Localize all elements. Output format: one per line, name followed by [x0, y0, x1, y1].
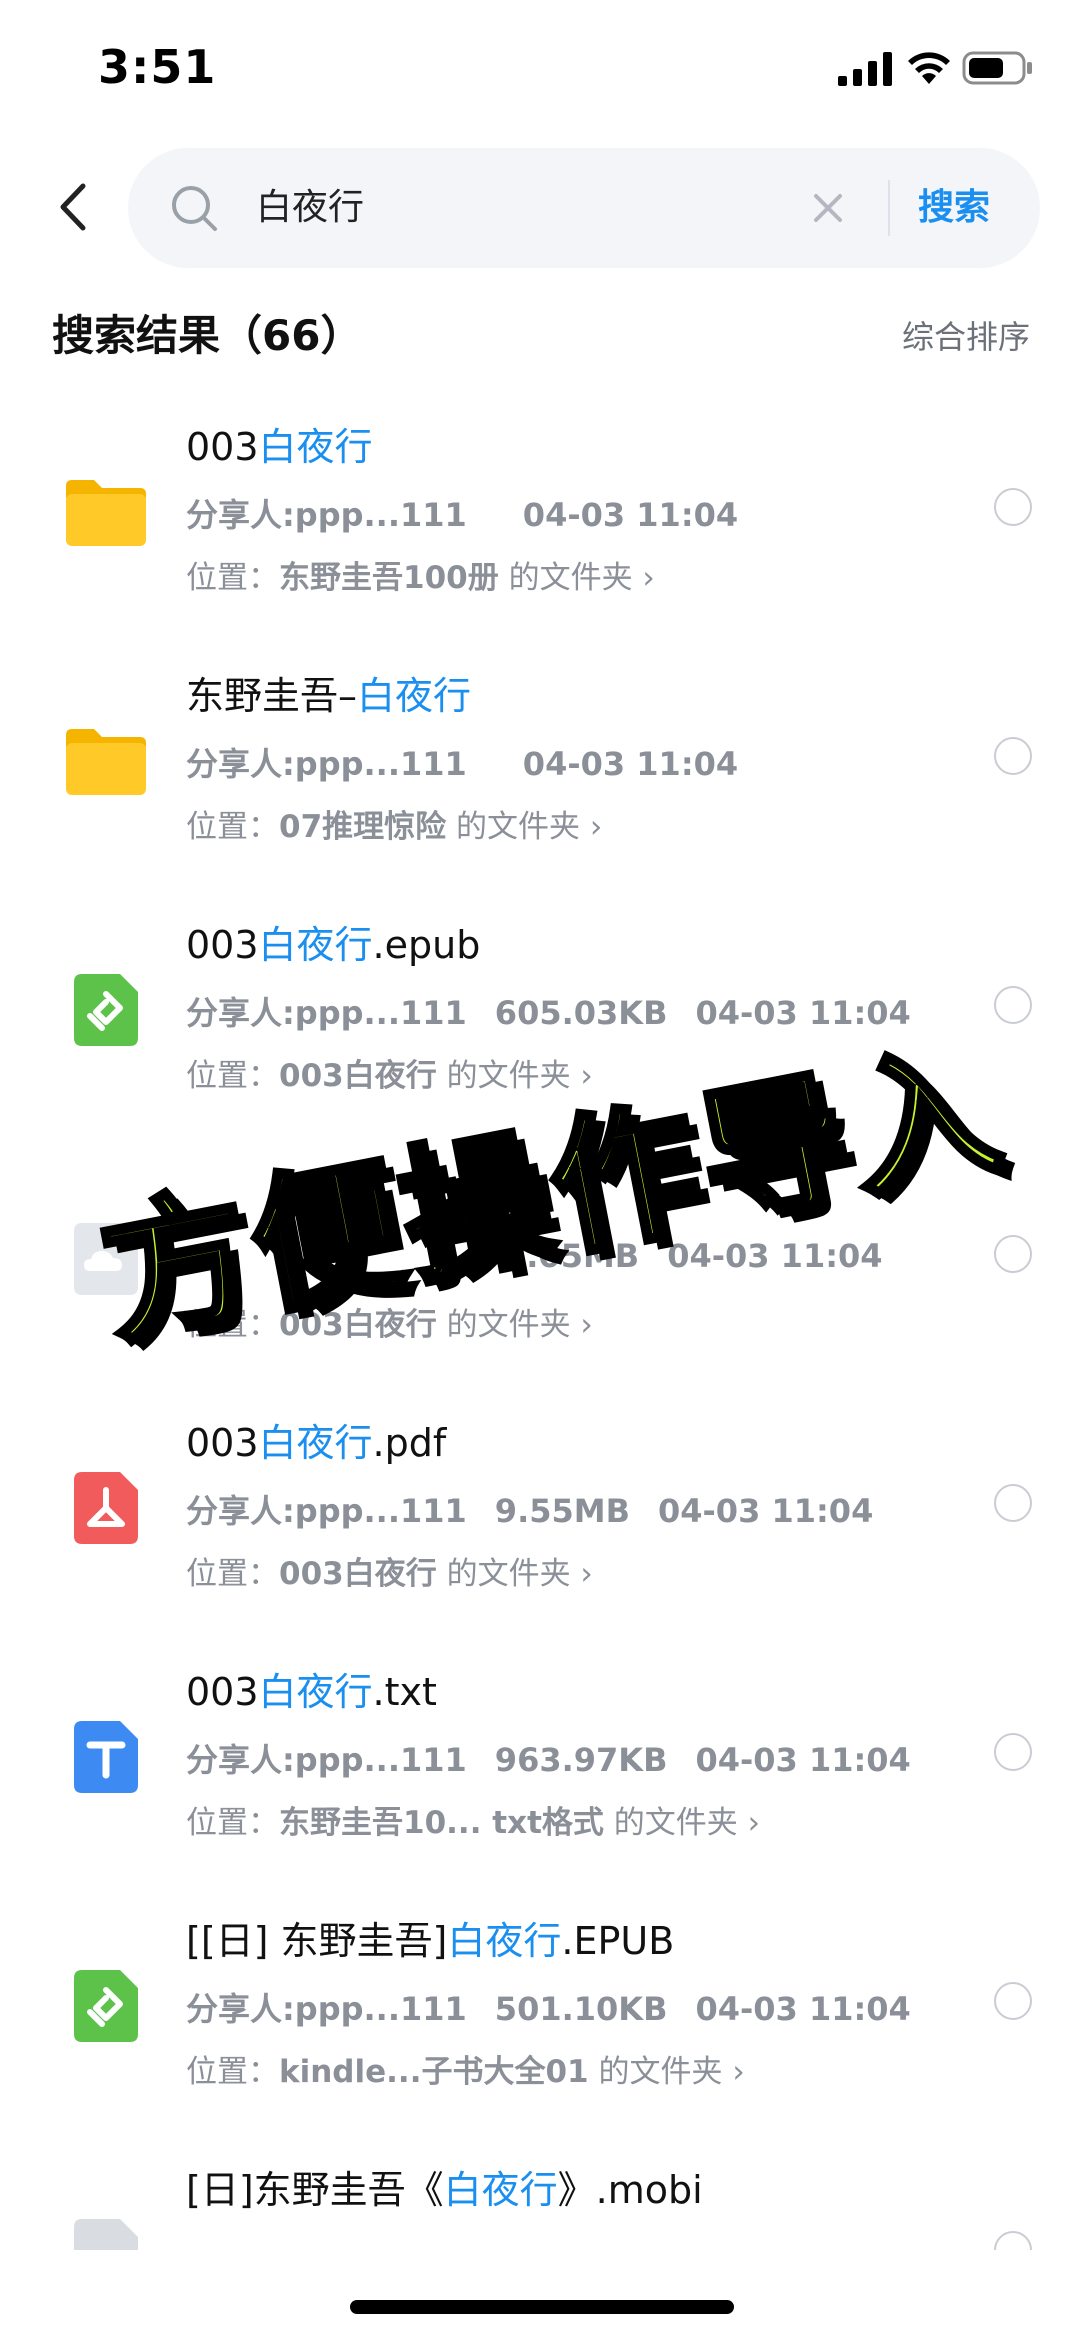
select-radio[interactable] [994, 1733, 1032, 1771]
item-meta: 分享人:ppp...111 501.10KB 04-03 11:04 [186, 1990, 911, 2028]
mobi-icon [74, 2219, 138, 2250]
search-input[interactable] [256, 178, 776, 238]
item-name: 003白夜行.txt [186, 1670, 437, 1714]
search-divider [888, 180, 890, 236]
txt-icon [74, 1721, 138, 1793]
item-meta: 分享人:ppp...111 04-03 11:04 [186, 496, 739, 534]
search-icon [172, 186, 217, 231]
clear-icon[interactable] [808, 188, 848, 228]
item-name: 东野圭吾–白夜行 [186, 674, 472, 718]
select-radio[interactable] [994, 737, 1032, 775]
select-radio[interactable] [994, 986, 1032, 1024]
epub-icon [74, 1970, 138, 2042]
list-item[interactable]: 003白夜行.txt 分享人:ppp...111 963.97KB 04-03 11… [0, 1645, 1080, 1894]
item-location-link[interactable]: 位置：东野圭吾100册 的文件夹 › [186, 552, 655, 597]
select-radio[interactable] [994, 1235, 1032, 1273]
screen: 3:51 白夜行 搜索 搜索结果（66） 综合排序 003白夜行 分享人:ppp… [0, 0, 1080, 2337]
chevron-left-icon [60, 183, 86, 231]
sort-button[interactable]: 综合排序 [902, 312, 1030, 358]
item-location-link[interactable]: 位置：07推理惊险 的文件夹 › [186, 801, 602, 846]
item-name: 003白夜行.epub [186, 923, 481, 967]
search-button[interactable]: 搜索 [918, 178, 990, 238]
status-time: 3:51 [98, 40, 217, 94]
list-item[interactable]: [日]东野圭吾《白夜行》.mobi [0, 2143, 1080, 2250]
select-radio[interactable] [994, 1982, 1032, 2020]
item-location-link[interactable]: 位置：003白夜行 的文件夹 › [186, 1548, 593, 1593]
item-name: [[日] 东野圭吾]白夜行.EPUB [186, 1919, 675, 1963]
item-meta: 分享人:ppp...111 9.55MB 04-03 11:04 [186, 1492, 874, 1530]
list-item[interactable]: 东野圭吾–白夜行 分享人:ppp...111 04-03 11:04 位置：07推… [0, 649, 1080, 898]
list-item[interactable]: 003白夜行 分享人:ppp...111 04-03 11:04 位置：东野圭吾1… [0, 400, 1080, 649]
back-button[interactable] [44, 172, 100, 242]
folder-icon [66, 480, 146, 546]
list-item[interactable]: [[日] 东野圭吾]白夜行.EPUB 分享人:ppp...111 501.10KB… [0, 1894, 1080, 2143]
battery-icon [962, 51, 1032, 85]
item-location-link[interactable]: 位置：东野圭吾10... txt格式 的文件夹 › [186, 1797, 760, 1842]
folder-icon [66, 729, 146, 795]
home-indicator[interactable] [350, 2300, 734, 2314]
item-name: 003白夜行 [186, 425, 373, 469]
select-radio[interactable] [994, 2231, 1032, 2250]
pdf-icon [74, 1472, 138, 1544]
epub-icon [74, 974, 138, 1046]
status-bar: 3:51 [0, 0, 1080, 140]
search-bar: 搜索 [128, 148, 1040, 268]
results-count-title: 搜索结果（66） [52, 311, 363, 360]
wifi-icon [908, 52, 950, 84]
list-item[interactable]: 003白夜行.pdf 分享人:ppp...111 9.55MB 04-03 11:0… [0, 1396, 1080, 1645]
cellular-signal-icon [838, 52, 892, 86]
select-radio[interactable] [994, 488, 1032, 526]
item-meta: 分享人:ppp...111 963.97KB 04-03 11:04 [186, 1741, 911, 1779]
item-name: [日]东野圭吾《白夜行》.mobi [186, 2168, 703, 2212]
item-location-link[interactable]: 位置：kindle...子书大全01 的文件夹 › [186, 2046, 745, 2091]
select-radio[interactable] [994, 1484, 1032, 1522]
item-name: 003白夜行.pdf [186, 1421, 447, 1465]
item-meta: 分享人:ppp...111 04-03 11:04 [186, 745, 739, 783]
